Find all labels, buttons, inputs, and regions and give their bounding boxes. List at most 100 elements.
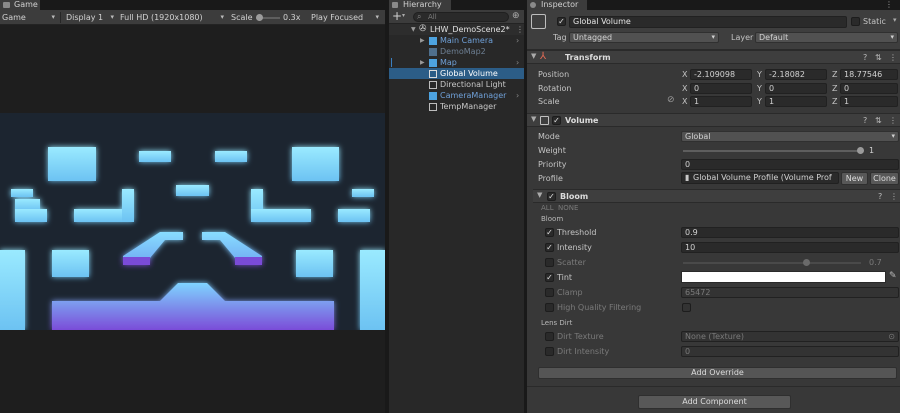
position-x-field[interactable]: -2.109098 <box>690 69 752 80</box>
hierarchy-item-global-volume[interactable]: Global Volume <box>389 68 524 79</box>
help-icon[interactable]: ? <box>863 53 867 62</box>
dirt-texture-field[interactable]: None (Texture) ⊙ <box>681 331 899 342</box>
clone-button[interactable]: Clone <box>870 172 899 185</box>
dirt-intensity-field[interactable]: 0 <box>681 346 899 357</box>
scatter-override-checkbox[interactable] <box>545 258 554 267</box>
expand-arrow-icon[interactable]: ▼ <box>531 52 536 60</box>
mode-dropdown[interactable]: Global ▾ <box>681 131 899 142</box>
link-icon[interactable]: ⊘ <box>667 95 675 105</box>
clamp-field[interactable]: 65472 <box>681 287 899 298</box>
hierarchy-item-camera-manager[interactable]: CameraManager › <box>389 90 524 101</box>
position-z-field[interactable]: 18.77546 <box>840 69 898 80</box>
kebab-menu-icon[interactable]: ⋮ <box>885 0 893 9</box>
static-checkbox[interactable] <box>851 17 860 26</box>
display-dropdown[interactable]: Display 1 ▾ <box>66 11 116 24</box>
weight-slider-track[interactable] <box>683 150 861 152</box>
threshold-field[interactable]: 0.9 <box>681 227 899 238</box>
rotation-x-field[interactable]: 0 <box>690 83 752 94</box>
priority-field[interactable]: 0 <box>681 159 899 170</box>
expand-arrow-icon[interactable]: ▼ <box>537 191 542 199</box>
scene-row[interactable]: ▼ ✇ LHW_DemoScene2* ⋮ <box>389 24 524 35</box>
play-mode-dropdown[interactable]: Play Focused ▾ <box>311 11 381 24</box>
new-button[interactable]: New <box>841 172 868 185</box>
intensity-field[interactable]: 10 <box>681 242 899 253</box>
resolution-dropdown[interactable]: Full HD (1920x1080) ▾ <box>120 11 226 24</box>
chevron-right-icon[interactable]: › <box>516 90 519 101</box>
dirt-texture-override-checkbox[interactable] <box>545 332 554 341</box>
rotation-z-field[interactable]: 0 <box>840 83 898 94</box>
add-component-button[interactable]: Add Component <box>638 395 791 409</box>
weight-slider-knob[interactable] <box>857 147 864 154</box>
tint-override-checkbox[interactable]: ✓ <box>545 273 554 282</box>
threshold-override-checkbox[interactable]: ✓ <box>545 228 554 237</box>
prefab-cube-icon <box>429 91 437 100</box>
axis-y-label: Y <box>757 84 762 93</box>
eyedropper-icon[interactable]: ✎ <box>889 271 897 281</box>
scatter-slider-knob[interactable] <box>803 259 810 266</box>
add-button[interactable]: + <box>392 9 402 23</box>
clamp-override-checkbox[interactable] <box>545 288 554 297</box>
weight-field[interactable]: 1 <box>865 145 899 156</box>
preset-icon[interactable]: ⇅ <box>875 53 882 62</box>
view-select-dropdown[interactable]: Game ▾ <box>2 11 57 24</box>
scatter-slider-track[interactable] <box>683 262 861 264</box>
kebab-menu-icon[interactable]: ⋮ <box>890 192 898 201</box>
hierarchy-item-map[interactable]: ▶ Map › <box>389 57 524 68</box>
scale-x-field[interactable]: 1 <box>690 96 752 107</box>
hq-filtering-override-checkbox[interactable] <box>545 303 554 312</box>
hierarchy-item-demomap2[interactable]: DemoMap2 <box>389 46 524 57</box>
transform-header[interactable]: ▼ ⅄ Transform ? ⇅ ⋮ <box>527 50 900 64</box>
game-viewport[interactable] <box>0 26 385 413</box>
layer-dropdown[interactable]: Default ▾ <box>755 32 898 43</box>
scale-slider-knob[interactable] <box>256 14 263 21</box>
volume-header[interactable]: ▼ ✓ Volume ? ⇅ ⋮ <box>527 113 900 127</box>
tint-color-swatch[interactable] <box>681 271 886 283</box>
expand-arrow-icon[interactable]: ▼ <box>411 24 416 35</box>
chevron-right-icon[interactable]: › <box>516 57 519 68</box>
expand-arrow-icon[interactable]: ▼ <box>531 115 536 123</box>
tag-dropdown[interactable]: Untagged ▾ <box>569 32 719 43</box>
unity-scene-icon: ✇ <box>419 24 427 34</box>
game-tabbar: Game <box>0 0 385 10</box>
expand-arrow-icon[interactable]: ▶ <box>420 57 425 68</box>
filter-icon[interactable]: ⊕ <box>512 11 520 21</box>
kebab-menu-icon[interactable]: ⋮ <box>889 116 897 125</box>
none-toggle[interactable]: NONE <box>558 204 578 212</box>
all-toggle[interactable]: ALL <box>541 204 554 212</box>
rotation-y-field[interactable]: 0 <box>765 83 827 94</box>
hierarchy-item-directional-light[interactable]: Directional Light <box>389 79 524 90</box>
search-input[interactable]: ⌕ All <box>413 12 509 22</box>
tab-inspector[interactable]: Inspector <box>527 0 587 10</box>
scale-z-field[interactable]: 1 <box>840 96 898 107</box>
scale-y-field[interactable]: 1 <box>765 96 827 107</box>
position-y-field[interactable]: -2.18082 <box>765 69 827 80</box>
object-name-field[interactable]: Global Volume <box>569 16 847 28</box>
add-override-button[interactable]: Add Override <box>538 367 897 379</box>
intensity-override-checkbox[interactable]: ✓ <box>545 243 554 252</box>
active-checkbox[interactable]: ✓ <box>557 17 566 26</box>
hierarchy-item-main-camera[interactable]: ▶ Main Camera › <box>389 35 524 46</box>
weight-label: Weight <box>538 146 566 155</box>
expand-arrow-icon[interactable]: ▶ <box>420 35 425 46</box>
gameobject-icon <box>429 102 437 111</box>
bloom-enabled-checkbox[interactable]: ✓ <box>547 192 556 201</box>
scatter-field[interactable]: 0.7 <box>865 257 899 268</box>
hq-filtering-checkbox[interactable] <box>682 303 691 312</box>
preset-icon[interactable]: ⇅ <box>875 116 882 125</box>
volume-enabled-checkbox[interactable]: ✓ <box>552 116 561 125</box>
lens-dirt-section-label: Lens Dirt <box>541 319 573 327</box>
tab-game[interactable]: Game <box>0 0 40 10</box>
chevron-down-icon[interactable]: ▾ <box>893 16 897 24</box>
gameobject-icon <box>429 69 437 78</box>
help-icon[interactable]: ? <box>878 192 882 201</box>
dirt-intensity-override-checkbox[interactable] <box>545 347 554 356</box>
chevron-right-icon[interactable]: › <box>516 35 519 46</box>
profile-field[interactable]: ▮ Global Volume Profile (Volume Prof <box>681 172 839 184</box>
kebab-menu-icon[interactable]: ⋮ <box>889 53 897 62</box>
bloom-header[interactable]: ▼ ✓ Bloom ? ⋮ <box>533 189 900 203</box>
hierarchy-item-temp-manager[interactable]: TempManager <box>389 101 524 112</box>
object-picker-icon[interactable]: ⊙ <box>888 332 895 341</box>
chevron-down-icon[interactable]: ▾ <box>402 12 405 19</box>
help-icon[interactable]: ? <box>863 116 867 125</box>
kebab-menu-icon[interactable]: ⋮ <box>516 24 524 35</box>
